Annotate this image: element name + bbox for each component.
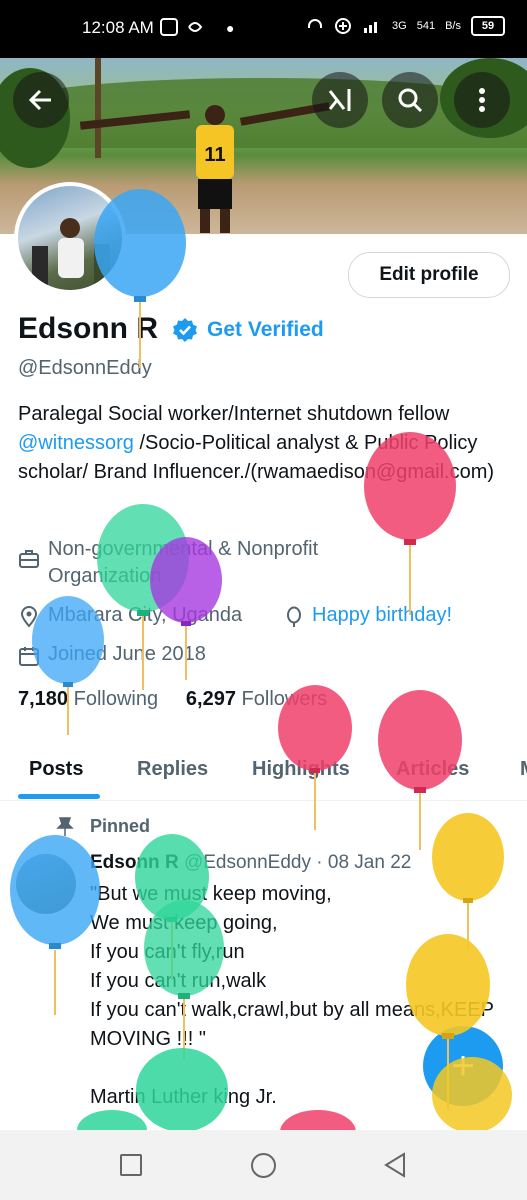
network-type: 3G	[392, 20, 407, 32]
bio-text: Paralegal Social worker/Internet shutdow…	[18, 403, 450, 425]
status-time: 12:08 AM	[82, 18, 154, 37]
speed-unit: B/s	[445, 20, 461, 32]
more-button[interactable]	[454, 72, 510, 128]
tweet-author[interactable]: Edsonn R	[90, 852, 179, 873]
arrow-back-icon	[28, 89, 51, 111]
dot-icon: ●	[226, 20, 235, 36]
speed-value: 541	[416, 20, 436, 32]
nav-home-icon[interactable]	[250, 1152, 277, 1179]
add-circle-icon	[335, 18, 352, 34]
bio-mention-link[interactable]: @witnessorg	[18, 432, 134, 454]
svg-text:11: 11	[204, 144, 225, 166]
pinned-label: Pinned	[56, 816, 150, 837]
profile-birthday[interactable]: Happy birthday!	[284, 604, 452, 628]
profile-category: Non-governmental & Nonprofit Organizatio…	[18, 536, 378, 590]
android-nav-bar	[0, 1130, 527, 1200]
grok-button[interactable]	[312, 72, 368, 128]
status-icons: 3G 541 B/s 59	[306, 16, 505, 36]
balloon-icon	[77, 1110, 147, 1130]
profile-joined: Joined June 2018	[18, 643, 206, 667]
banner-person: 11	[196, 105, 234, 233]
profile-avatar[interactable]	[14, 182, 126, 294]
signal-icon	[364, 22, 378, 33]
search-icon	[398, 88, 423, 113]
profile-bio: Paralegal Social worker/Internet shutdow…	[18, 400, 498, 487]
tab-replies[interactable]: Replies	[137, 758, 208, 781]
profile-tabs: Posts Replies Highlights Articles M	[0, 744, 527, 801]
compose-button[interactable]: +	[423, 1026, 503, 1106]
tab-articles[interactable]: Articles	[396, 758, 469, 781]
followers-link[interactable]: 6,297 Followers	[186, 688, 327, 710]
following-count: 7,180	[18, 688, 69, 710]
tab-highlights[interactable]: Highlights	[252, 758, 350, 781]
nav-recents-icon[interactable]	[119, 1153, 143, 1177]
nav-back-icon[interactable]	[383, 1152, 407, 1178]
tweet-avatar[interactable]	[16, 854, 76, 914]
category-text: Non-governmental & Nonprofit Organizatio…	[48, 538, 319, 587]
balloon-icon	[280, 1110, 356, 1130]
avatar-photo	[32, 218, 110, 286]
balloon-icon	[287, 606, 301, 627]
pinned-text: Pinned	[90, 816, 151, 836]
compose-icon: +	[451, 1043, 475, 1088]
battery-icon: 59	[471, 16, 505, 36]
verified-badge-icon	[173, 318, 197, 342]
tab-posts[interactable]: Posts	[29, 758, 83, 781]
following-label: Following	[73, 688, 159, 710]
followers-label: Followers	[241, 688, 328, 710]
status-bar: 12:08 AM ● 3G 541 B/s 59	[0, 0, 527, 58]
banner-pole	[95, 58, 101, 158]
back-button[interactable]	[13, 72, 69, 128]
location-icon	[20, 606, 38, 628]
location-text: Mbarara City, Uganda	[48, 604, 243, 626]
joined-text: Joined June 2018	[48, 643, 206, 665]
edit-profile-button[interactable]: Edit profile	[348, 252, 510, 298]
follow-stats: 7,180 Following 6,297 Followers	[18, 688, 327, 711]
tweet-handle-date: @EdsonnEddy · 08 Jan 22	[183, 852, 412, 873]
followers-count: 6,297	[185, 688, 236, 710]
pin-icon	[56, 816, 74, 836]
app-notification-icon	[188, 22, 203, 32]
profile-name: Edsonn R	[18, 312, 158, 345]
app-notification-icon	[160, 18, 178, 36]
search-button[interactable]	[382, 72, 438, 128]
more-icon	[479, 88, 485, 112]
following-link[interactable]: 7,180 Following	[18, 688, 158, 710]
active-tab-indicator	[18, 794, 100, 799]
grok-icon	[328, 89, 351, 111]
profile-location: Mbarara City, Uganda	[18, 604, 242, 628]
tab-media[interactable]: M	[520, 758, 527, 781]
headset-icon	[308, 19, 323, 28]
calendar-icon	[19, 647, 39, 666]
tweet-header: Edsonn R @EdsonnEddy · 08 Jan 22	[90, 852, 411, 874]
profile-handle: @EdsonnEddy	[18, 357, 152, 379]
birthday-text[interactable]: Happy birthday!	[312, 604, 452, 627]
get-verified-link[interactable]: Get Verified	[207, 318, 324, 342]
briefcase-icon	[19, 550, 39, 568]
